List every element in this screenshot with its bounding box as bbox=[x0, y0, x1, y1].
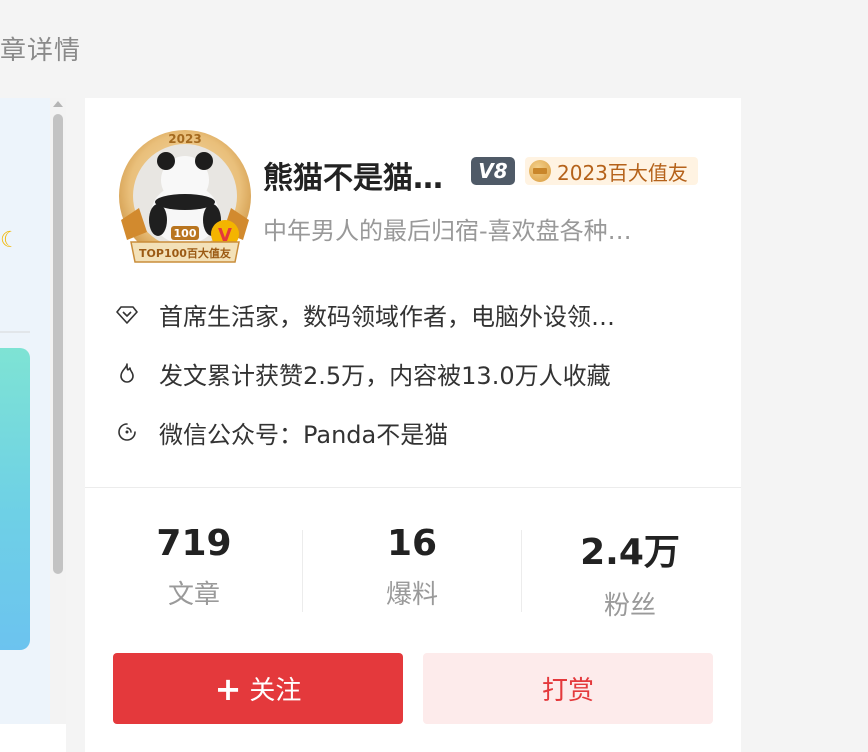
info-row-likes: 发文累计获赞2.5万，内容被13.0万人收藏 bbox=[115, 356, 715, 390]
stat-followers-label: 粉丝 bbox=[603, 591, 656, 621]
stat-articles-label: 文章 bbox=[167, 580, 220, 610]
info-text-wechat: 微信公众号：Panda不是猫 bbox=[159, 420, 449, 449]
breadcrumb[interactable]: 章详情 bbox=[0, 30, 81, 67]
stat-tips-value: 16 bbox=[386, 523, 438, 564]
avatar-ribbon-text: TOP100百大值友 bbox=[139, 246, 231, 260]
author-card: 100 V TOP100百大值友 2023 熊猫不是猫… V8 2023百大值友… bbox=[85, 98, 741, 752]
diamond-icon bbox=[116, 306, 138, 324]
author-name[interactable]: 熊猫不是猫… bbox=[263, 153, 443, 197]
avatar[interactable]: 100 V TOP100百大值友 2023 bbox=[113, 128, 257, 268]
top100-badge-label: 2023百大值友 bbox=[557, 160, 688, 185]
follow-button-label: 关注 bbox=[249, 676, 302, 706]
plus-icon: + bbox=[214, 669, 242, 708]
level-badge: V8 bbox=[471, 157, 515, 185]
article-content-area: ☾ bbox=[0, 98, 52, 724]
stat-tips-label: 爆料 bbox=[385, 580, 438, 610]
info-row-title: 首席生活家，数码领域作者，电脑外设领… bbox=[115, 297, 715, 331]
avatar-year-text: 2023 bbox=[168, 132, 201, 146]
divider bbox=[0, 331, 30, 333]
link-icon bbox=[118, 423, 136, 441]
follow-button[interactable]: + 关注 bbox=[113, 653, 403, 724]
article-banner[interactable] bbox=[0, 348, 30, 650]
tip-button[interactable]: 打赏 bbox=[423, 653, 713, 724]
divider bbox=[85, 487, 741, 488]
flame-icon bbox=[120, 363, 134, 383]
stat-articles-value: 719 bbox=[156, 523, 232, 564]
scroll-up-arrow-icon[interactable] bbox=[53, 101, 63, 107]
info-text-likes: 发文累计获赞2.5万，内容被13.0万人收藏 bbox=[159, 361, 611, 390]
author-bio: 中年男人的最后归宿-喜欢盘各种… bbox=[263, 217, 632, 245]
moon-icon: ☾ bbox=[0, 228, 20, 253]
scrollbar[interactable] bbox=[50, 98, 66, 724]
info-text-title: 首席生活家，数码领域作者，电脑外设领… bbox=[159, 302, 615, 331]
svg-text:100: 100 bbox=[174, 227, 197, 240]
top100-badge[interactable]: 2023百大值友 bbox=[525, 157, 698, 185]
page: 章详情 ☾ 100 V TOP100百大值友 2023 熊猫不是猫… V8 20… bbox=[0, 0, 868, 752]
tip-button-label: 打赏 bbox=[541, 676, 594, 706]
stat-followers[interactable]: 2.4万 粉丝 bbox=[521, 523, 739, 622]
article-column: ☾ bbox=[0, 98, 66, 752]
stat-followers-value: 2.4万 bbox=[580, 532, 680, 573]
info-row-wechat: 微信公众号：Panda不是猫 bbox=[115, 415, 715, 449]
stat-articles[interactable]: 719 文章 bbox=[85, 523, 303, 611]
scroll-thumb[interactable] bbox=[53, 114, 63, 574]
stat-tips[interactable]: 16 爆料 bbox=[303, 523, 521, 611]
medal-icon bbox=[529, 160, 551, 182]
